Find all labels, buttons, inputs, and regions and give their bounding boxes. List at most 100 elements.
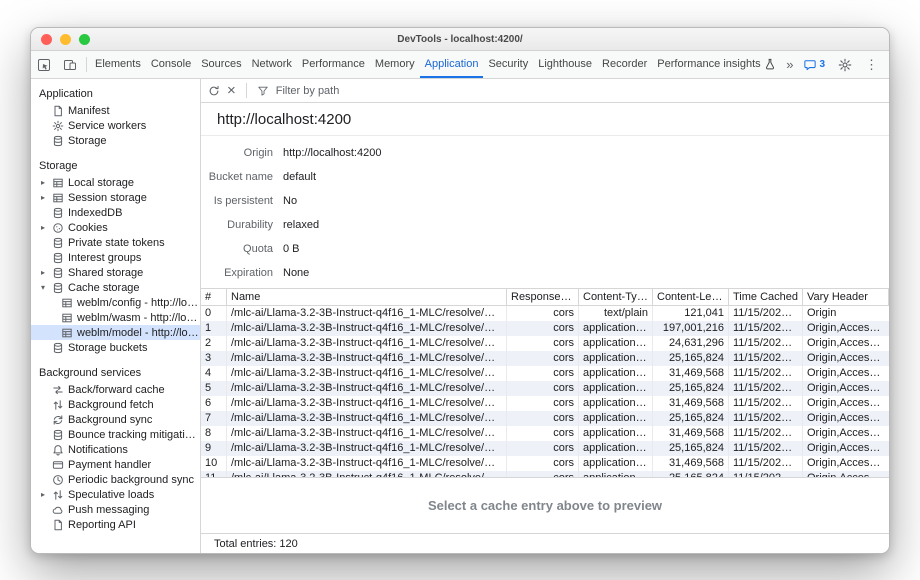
gear-icon — [52, 120, 64, 132]
sidebar-item-manifest[interactable]: Manifest — [31, 103, 200, 118]
cell-vary-header: Origin,Access… — [803, 351, 889, 366]
sidebar-item-service-workers[interactable]: Service workers — [31, 118, 200, 133]
sidebar-item-label: Private state tokens — [68, 237, 165, 249]
chevron-right-icon[interactable]: ▸ — [38, 178, 48, 187]
cell-content-type: application/oc… — [579, 366, 653, 381]
sidebar-item-cookies[interactable]: ▸Cookies — [31, 220, 200, 235]
metadata-row-bucket-name: Bucket namedefault — [201, 165, 889, 189]
cell-content-length: 25,165,824 — [653, 411, 729, 426]
tab-memory[interactable]: Memory — [370, 51, 420, 78]
settings-button[interactable] — [832, 58, 858, 72]
tab-console[interactable]: Console — [146, 51, 196, 78]
tab-lighthouse[interactable]: Lighthouse — [533, 51, 597, 78]
table-row[interactable]: 8/mlc-ai/Llama-3.2-3B-Instruct-q4f16_1-M… — [201, 426, 889, 441]
table-row[interactable]: 0/mlc-ai/Llama-3.2-3B-Instruct-q4f16_1-M… — [201, 306, 889, 321]
sidebar-item-weblm-wasm-http-loca[interactable]: weblm/wasm - http://loca… — [31, 310, 200, 325]
chevron-right-icon[interactable]: ▸ — [38, 268, 48, 277]
table-row[interactable]: 7/mlc-ai/Llama-3.2-3B-Instruct-q4f16_1-M… — [201, 411, 889, 426]
clear-icon[interactable]: × — [227, 83, 236, 98]
table-row[interactable]: 1/mlc-ai/Llama-3.2-3B-Instruct-q4f16_1-M… — [201, 321, 889, 336]
table-row[interactable]: 5/mlc-ai/Llama-3.2-3B-Instruct-q4f16_1-M… — [201, 381, 889, 396]
sidebar-item-interest-groups[interactable]: Interest groups — [31, 250, 200, 265]
sidebar-item-cache-storage[interactable]: ▾ Cache storage — [31, 280, 200, 295]
column-header-response-type[interactable]: Response-Type — [507, 289, 579, 305]
table-icon — [61, 312, 73, 324]
toolbar-right-group: » 3 ⋮ — [782, 51, 889, 78]
sidebar-item-back-forward-cache[interactable]: Back/forward cache — [31, 382, 200, 397]
column-header-name[interactable]: Name — [227, 289, 507, 305]
preview-placeholder: Select a cache entry above to preview — [201, 477, 889, 533]
inspect-element-button[interactable] — [31, 51, 57, 78]
device-toolbar-button[interactable] — [57, 51, 83, 78]
sidebar-item-storage[interactable]: Storage — [31, 133, 200, 148]
column-header-time-cached[interactable]: Time Cached — [729, 289, 803, 305]
cell-content-type: application/oc… — [579, 381, 653, 396]
sidebar-item-push-messaging[interactable]: Push messaging — [31, 502, 200, 517]
tab-security[interactable]: Security — [483, 51, 533, 78]
table-row[interactable]: 4/mlc-ai/Llama-3.2-3B-Instruct-q4f16_1-M… — [201, 366, 889, 381]
sidebar-item-label: Push messaging — [68, 504, 149, 516]
tab-application[interactable]: Application — [420, 51, 484, 78]
table-row[interactable]: 3/mlc-ai/Llama-3.2-3B-Instruct-q4f16_1-M… — [201, 351, 889, 366]
cell-content-length: 31,469,568 — [653, 396, 729, 411]
sidebar-item-label: Local storage — [68, 177, 134, 189]
tab-sources[interactable]: Sources — [196, 51, 246, 78]
cell-vary-header: Origin,Access… — [803, 396, 889, 411]
cell-name: /mlc-ai/Llama-3.2-3B-Instruct-q4f16_1-ML… — [227, 351, 507, 366]
cell-index: 9 — [201, 441, 227, 456]
toolbar-divider — [86, 57, 87, 72]
tab-elements[interactable]: Elements — [90, 51, 146, 78]
cache-toolbar: × — [201, 79, 889, 103]
filter-by-path-input[interactable] — [276, 85, 426, 97]
chevron-down-icon[interactable]: ▾ — [38, 283, 48, 292]
table-row[interactable]: 10/mlc-ai/Llama-3.2-3B-Instruct-q4f16_1-… — [201, 456, 889, 471]
table-row[interactable]: 2/mlc-ai/Llama-3.2-3B-Instruct-q4f16_1-M… — [201, 336, 889, 351]
table-row[interactable]: 6/mlc-ai/Llama-3.2-3B-Instruct-q4f16_1-M… — [201, 396, 889, 411]
sidebar-item-background-sync[interactable]: Background sync — [31, 412, 200, 427]
cache-metadata: Originhttp://localhost:4200Bucket namede… — [201, 136, 889, 288]
tab-recorder[interactable]: Recorder — [597, 51, 652, 78]
sidebar-item-shared-storage[interactable]: ▸Shared storage — [31, 265, 200, 280]
metadata-value: None — [283, 267, 309, 279]
sidebar-item-indexeddb[interactable]: IndexedDB — [31, 205, 200, 220]
chevron-right-icon[interactable]: ▸ — [38, 193, 48, 202]
tab-network[interactable]: Network — [247, 51, 297, 78]
sidebar-item-session-storage[interactable]: ▸Session storage — [31, 190, 200, 205]
database-icon — [52, 237, 64, 249]
more-tabs-button[interactable]: » — [782, 57, 797, 72]
sidebar-item-background-fetch[interactable]: Background fetch — [31, 397, 200, 412]
tab-performance-insights[interactable]: Performance insights — [652, 51, 780, 78]
column-header-vary-header[interactable]: Vary Header — [803, 289, 889, 305]
refresh-icon[interactable] — [208, 85, 220, 97]
sidebar-item-label: Background fetch — [68, 399, 154, 411]
table-row[interactable]: 9/mlc-ai/Llama-3.2-3B-Instruct-q4f16_1-M… — [201, 441, 889, 456]
sidebar-item-label: Reporting API — [68, 519, 136, 531]
cell-content-type: application/oc… — [579, 456, 653, 471]
sidebar-item-notifications[interactable]: Notifications — [31, 442, 200, 457]
sidebar-item-label: Background sync — [68, 414, 152, 426]
column-header-content-type[interactable]: Content-Type — [579, 289, 653, 305]
sidebar-item-payment-handler[interactable]: Payment handler — [31, 457, 200, 472]
database-icon — [52, 135, 64, 147]
sidebar-item-weblm-config-http-loc[interactable]: weblm/config - http://loc… — [31, 295, 200, 310]
column-header-index[interactable]: # — [201, 289, 227, 305]
sidebar-item-speculative-loads[interactable]: ▸Speculative loads — [31, 487, 200, 502]
chevron-right-icon[interactable]: ▸ — [38, 490, 48, 499]
sidebar-item-weblm-model-http-loc[interactable]: weblm/model - http://loc… — [31, 325, 200, 340]
cell-index: 6 — [201, 396, 227, 411]
sidebar-item-local-storage[interactable]: ▸ Local storage — [31, 175, 200, 190]
chevron-right-icon[interactable]: ▸ — [38, 223, 48, 232]
sidebar-item-reporting-api[interactable]: Reporting API — [31, 517, 200, 532]
cell-content-length: 25,165,824 — [653, 441, 729, 456]
sidebar-item-label: Cache storage — [68, 282, 140, 294]
database-icon — [52, 342, 64, 354]
column-header-content-length[interactable]: Content-Length — [653, 289, 729, 305]
sidebar-item-bounce-tracking-mitigations[interactable]: Bounce tracking mitigations — [31, 427, 200, 442]
kebab-menu-button[interactable]: ⋮ — [860, 57, 883, 73]
sidebar-item-storage-buckets[interactable]: Storage buckets — [31, 340, 200, 355]
total-entries-text: Total entries: 120 — [214, 538, 298, 550]
sidebar-item-periodic-background-sync[interactable]: Periodic background sync — [31, 472, 200, 487]
sidebar-item-private-state-tokens[interactable]: Private state tokens — [31, 235, 200, 250]
console-messages-button[interactable]: 3 — [799, 59, 830, 71]
tab-performance[interactable]: Performance — [297, 51, 370, 78]
